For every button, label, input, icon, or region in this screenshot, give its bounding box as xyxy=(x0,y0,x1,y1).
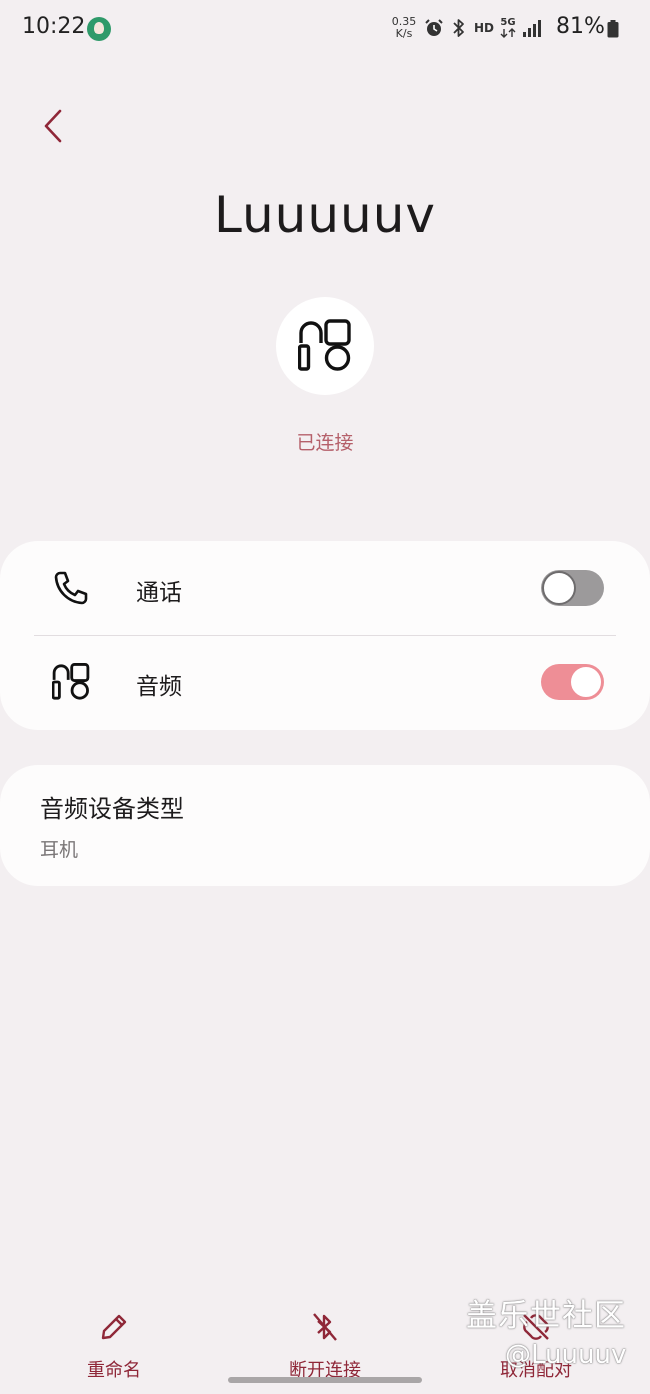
bluetooth-device-details-screen: 10:22 0.35 K/s HD 5G 81% Luuuuuv 已连接 通话 … xyxy=(0,0,650,1394)
network-speed: 0.35 K/s xyxy=(389,16,419,40)
audio-device-type-title: 音频设备类型 xyxy=(40,795,184,823)
audio-device-icon xyxy=(298,319,351,371)
home-indicator[interactable] xyxy=(228,1377,422,1383)
device-icon-badge xyxy=(276,297,374,395)
toggle-knob xyxy=(569,665,603,699)
profile-label-audio: 音频 xyxy=(136,674,182,700)
network-type-label: 5G xyxy=(500,17,516,28)
device-name-title: Luuuuuv xyxy=(213,186,436,244)
profile-row-audio[interactable]: 音频 xyxy=(0,636,650,730)
disconnect-button[interactable]: 断开连接 xyxy=(225,1310,425,1382)
toggle-knob xyxy=(542,571,576,605)
hd-voice-icon: HD xyxy=(474,21,495,35)
connection-status: 已连接 xyxy=(296,432,354,454)
audio-device-icon xyxy=(52,663,90,700)
profiles-card: 通话 音频 xyxy=(0,541,650,730)
status-time: 10:22 xyxy=(22,14,86,39)
bluetooth-icon xyxy=(453,19,464,37)
battery-percentage: 81% xyxy=(556,14,605,39)
audio-device-type-value: 耳机 xyxy=(40,839,79,861)
back-button[interactable] xyxy=(34,104,78,148)
watermark-text: 盖乐世社区 xyxy=(466,1298,626,1334)
pencil-icon xyxy=(101,1314,127,1340)
call-toggle-switch[interactable] xyxy=(541,570,604,606)
profile-label-call: 通话 xyxy=(136,580,182,606)
battery-icon xyxy=(607,20,619,38)
notification-avatar-icon xyxy=(87,17,111,41)
rename-label: 重命名 xyxy=(87,1360,141,1381)
audio-device-type-setting[interactable]: 音频设备类型 耳机 xyxy=(0,765,650,886)
network-speed-unit: K/s xyxy=(395,27,413,40)
alarm-icon xyxy=(425,19,443,36)
watermark-user: @Luuuuv xyxy=(505,1340,627,1370)
chevron-left-icon xyxy=(44,109,62,143)
status-icons: HD 5G xyxy=(424,14,542,42)
status-bar: 10:22 0.35 K/s HD 5G 81% xyxy=(0,0,650,58)
profile-row-call[interactable]: 通话 xyxy=(0,541,650,635)
rename-button[interactable]: 重命名 xyxy=(14,1310,214,1382)
phone-icon xyxy=(54,571,88,605)
signal-icon xyxy=(523,20,542,37)
audio-toggle-switch[interactable] xyxy=(541,664,604,700)
bluetooth-off-icon xyxy=(313,1313,337,1341)
data-arrows-icon xyxy=(500,28,516,38)
network-type-indicator: 5G xyxy=(500,18,516,38)
